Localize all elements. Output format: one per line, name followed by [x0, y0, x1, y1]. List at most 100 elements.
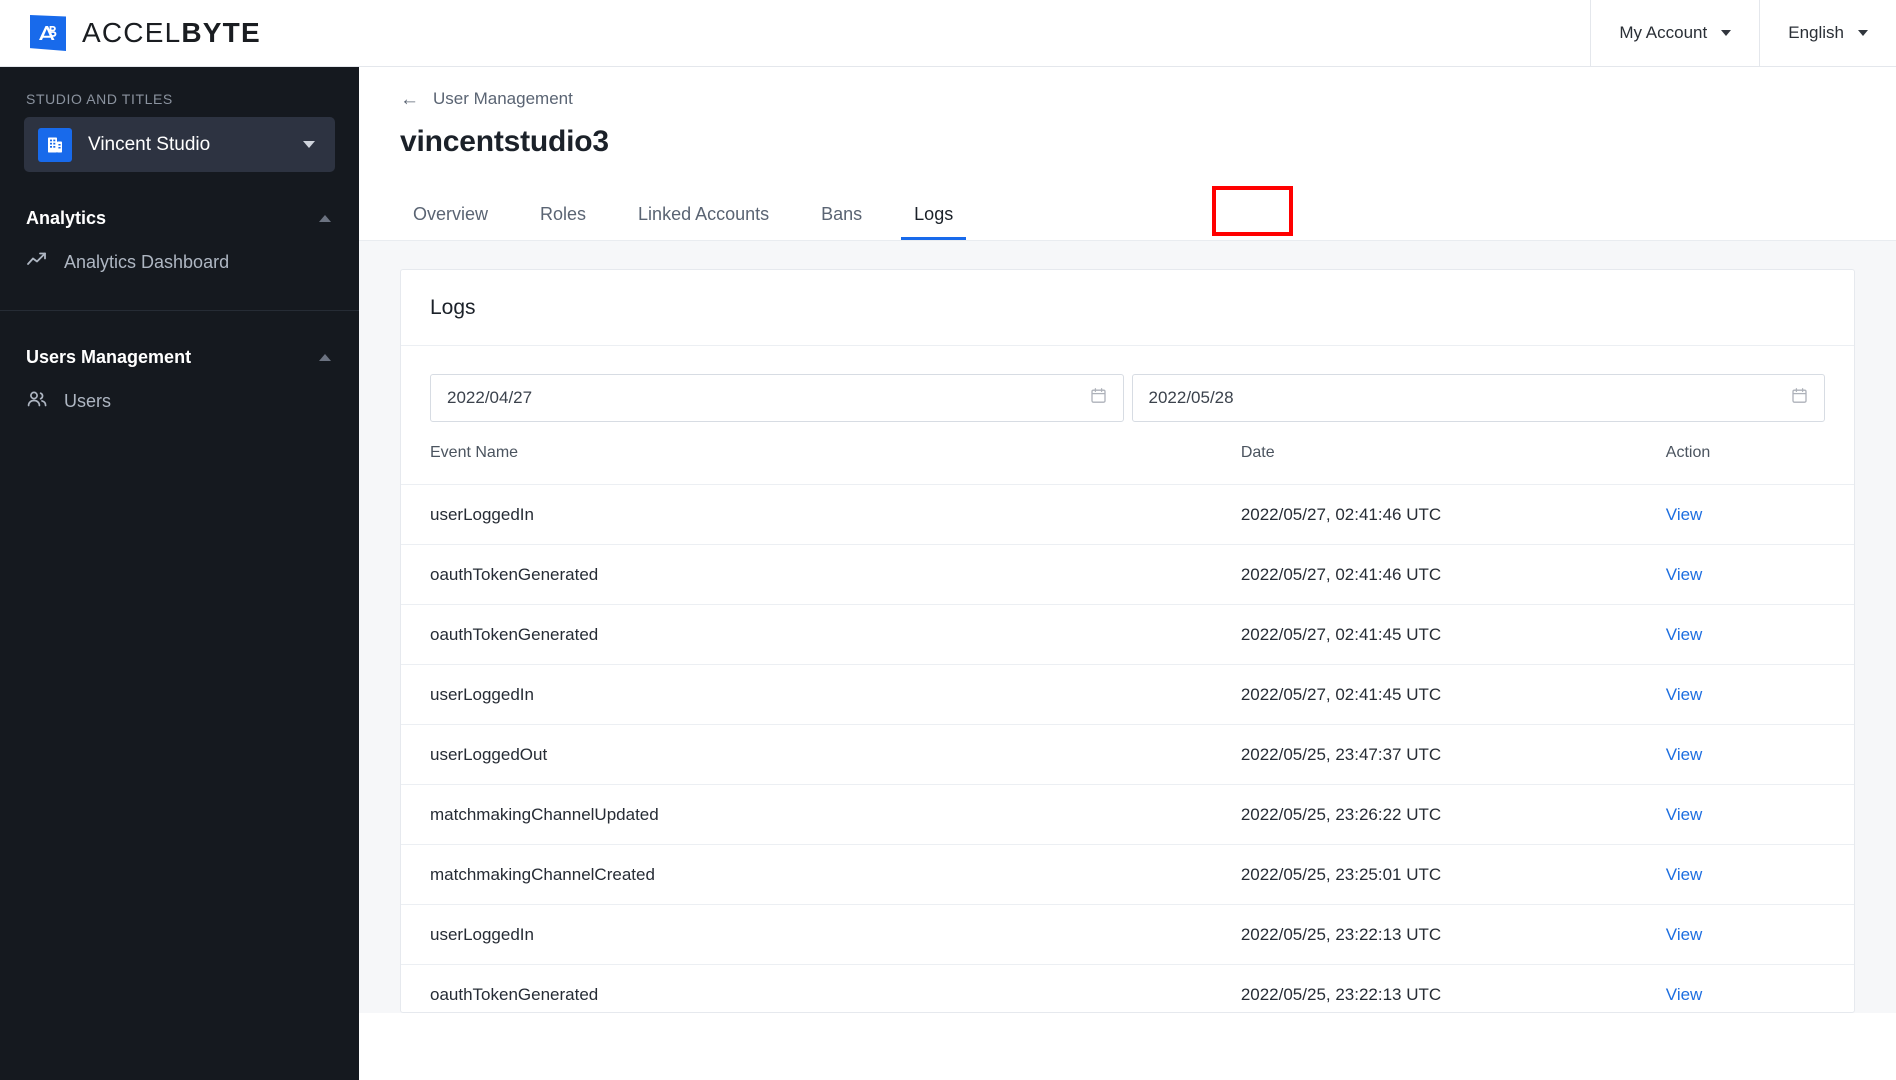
cell-date: 2022/05/25, 23:22:13 UTC: [1240, 904, 1666, 965]
view-link[interactable]: View: [1666, 565, 1703, 584]
language-menu[interactable]: English: [1759, 0, 1896, 67]
cell-event-name: userLoggedOut: [401, 724, 1241, 785]
table-row: matchmakingChannelCreated 2022/05/25, 23:…: [401, 844, 1854, 905]
breadcrumb[interactable]: ← User Management: [359, 67, 1896, 109]
top-bar-right: My Account English: [1590, 0, 1896, 67]
sidebar-section-label: STUDIO AND TITLES: [26, 91, 173, 107]
tab-roles[interactable]: Roles: [527, 204, 599, 241]
chevron-down-icon: [303, 141, 315, 148]
logs-table-body: userLoggedIn 2022/05/27, 02:41:46 UTC View…: [401, 484, 1854, 1012]
content-area: Logs 2022/04/27 2022/05/28 Event Name Da…: [359, 241, 1896, 1013]
studio-name: Vincent Studio: [88, 133, 211, 155]
tab-overview[interactable]: Overview: [400, 204, 501, 241]
sidebar-item-label: Analytics Dashboard: [64, 251, 230, 272]
cell-action: View: [1665, 964, 1854, 1012]
cell-event-name: oauthTokenGenerated: [401, 544, 1241, 605]
chevron-down-icon: [1721, 30, 1732, 36]
page-title: vincentstudio3: [400, 125, 609, 158]
trending-up-icon: [26, 249, 48, 276]
column-header-action: Action: [1665, 444, 1711, 461]
cell-event-name: userLoggedIn: [401, 484, 1241, 545]
view-link[interactable]: View: [1666, 745, 1703, 764]
table-row: userLoggedOut 2022/05/25, 23:47:37 UTC Vie…: [401, 724, 1854, 785]
logs-table: Event Name Date Action userLoggedIn 2022/…: [401, 444, 1854, 1012]
view-link[interactable]: View: [1666, 685, 1703, 704]
users-icon: [26, 388, 48, 415]
date-to-input[interactable]: 2022/05/28: [1131, 374, 1825, 422]
accelbyte-logo-icon: [30, 15, 66, 51]
tab-bar: Overview Roles Linked Accounts Bans Logs: [359, 183, 1896, 241]
cell-action: View: [1665, 904, 1854, 965]
nav-group-analytics: Analytics Analytics Dashboard: [0, 172, 359, 288]
brand-prefix: ACCEL: [82, 17, 182, 48]
cell-event-name: oauthTokenGenerated: [401, 604, 1241, 665]
highlight-box-logs-tab: [1212, 186, 1293, 236]
cell-event-name: oauthTokenGenerated: [401, 964, 1241, 1012]
table-row: matchmakingChannelUpdated 2022/05/25, 23:…: [401, 784, 1854, 845]
cell-event-name: userLoggedIn: [401, 904, 1241, 965]
nav-group-header-users-management[interactable]: Users Management: [0, 339, 359, 375]
view-link[interactable]: View: [1666, 925, 1703, 944]
cell-date: 2022/05/25, 23:26:22 UTC: [1240, 784, 1666, 845]
view-link[interactable]: View: [1666, 985, 1703, 1004]
cell-event-name: userLoggedIn: [401, 664, 1241, 725]
cell-event-name: matchmakingChannelCreated: [401, 844, 1241, 905]
date-from-input[interactable]: 2022/04/27: [430, 374, 1124, 422]
chevron-up-icon[interactable]: [319, 214, 331, 222]
cell-action: View: [1665, 724, 1854, 785]
cell-date: 2022/05/25, 23:25:01 UTC: [1240, 844, 1666, 905]
calendar-icon[interactable]: [1791, 387, 1808, 409]
cell-event-name: matchmakingChannelUpdated: [401, 784, 1241, 845]
tab-logs[interactable]: Logs: [901, 204, 967, 241]
tab-linked-accounts[interactable]: Linked Accounts: [625, 204, 782, 241]
nav-group-title: Users Management: [26, 346, 192, 367]
logs-card: Logs 2022/04/27 2022/05/28 Event Name Da…: [400, 269, 1855, 1013]
sidebar-item-users[interactable]: Users: [0, 375, 359, 427]
tab-label: Bans: [821, 204, 863, 224]
cell-action: View: [1665, 604, 1854, 665]
cell-date: 2022/05/25, 23:22:13 UTC: [1240, 964, 1666, 1012]
tab-bans[interactable]: Bans: [808, 204, 875, 241]
brand-wordmark: ACCELBYTE: [82, 17, 261, 49]
column-header-date: Date: [1240, 444, 1275, 461]
cell-action: View: [1665, 544, 1854, 605]
date-from-value: 2022/04/27: [447, 388, 533, 407]
table-header-row: Event Name Date Action: [401, 444, 1854, 485]
my-account-menu[interactable]: My Account: [1590, 0, 1759, 67]
tab-label: Overview: [413, 204, 489, 224]
view-link[interactable]: View: [1666, 505, 1703, 524]
date-range-filters: 2022/04/27 2022/05/28: [401, 346, 1854, 444]
sidebar-item-analytics-dashboard[interactable]: Analytics Dashboard: [0, 236, 359, 288]
table-row: userLoggedIn 2022/05/27, 02:41:45 UTC View: [401, 664, 1854, 725]
cell-date: 2022/05/25, 23:47:37 UTC: [1240, 724, 1666, 785]
table-row: userLoggedIn 2022/05/27, 02:41:46 UTC View: [401, 484, 1854, 545]
studio-selector[interactable]: Vincent Studio: [24, 117, 335, 172]
cell-action: View: [1665, 664, 1854, 725]
column-header-event-name: Event Name: [430, 444, 519, 461]
tab-label: Logs: [914, 204, 954, 224]
my-account-label: My Account: [1619, 23, 1708, 42]
top-bar: ACCELBYTE My Account English: [0, 0, 1896, 67]
view-link[interactable]: View: [1666, 865, 1703, 884]
language-label: English: [1788, 23, 1844, 42]
logs-table-head: Event Name Date Action: [401, 444, 1854, 485]
view-link[interactable]: View: [1666, 805, 1703, 824]
date-to-value: 2022/05/28: [1148, 388, 1234, 407]
calendar-icon[interactable]: [1090, 387, 1107, 409]
table-row: oauthTokenGenerated 2022/05/27, 02:41:46 …: [401, 544, 1854, 605]
brand-logo[interactable]: ACCELBYTE: [0, 15, 261, 51]
arrow-left-icon[interactable]: ←: [400, 90, 419, 109]
view-link[interactable]: View: [1666, 625, 1703, 644]
sidebar: STUDIO AND TITLES Vincent Studio Analyti…: [0, 67, 359, 1080]
nav-group-header-analytics[interactable]: Analytics: [0, 200, 359, 236]
building-icon: [38, 127, 72, 162]
cell-date: 2022/05/27, 02:41:45 UTC: [1240, 604, 1666, 665]
cell-date: 2022/05/27, 02:41:46 UTC: [1240, 544, 1666, 605]
chevron-up-icon[interactable]: [319, 353, 331, 361]
main-content: ← User Management vincentstudio3 Overvie…: [359, 67, 1896, 1080]
tab-bar-divider: [359, 240, 1896, 241]
table-row: userLoggedIn 2022/05/25, 23:22:13 UTC View: [401, 904, 1854, 965]
tab-label: Linked Accounts: [638, 204, 770, 224]
tab-label: Roles: [540, 204, 587, 224]
nav-group-users-management: Users Management Users: [0, 311, 359, 427]
